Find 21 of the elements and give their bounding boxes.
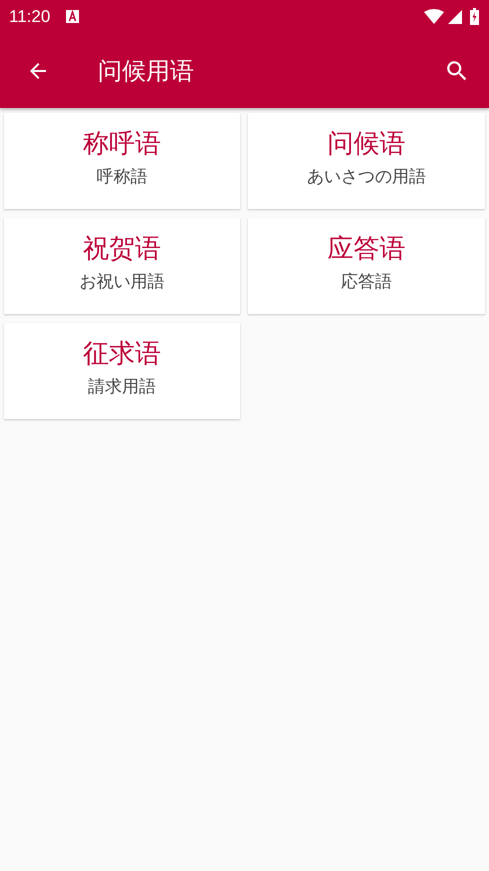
category-title: 称呼语 — [83, 128, 161, 160]
category-subtitle: 請求用語 — [88, 376, 156, 398]
category-card[interactable]: 祝贺语 お祝い用語 — [4, 218, 240, 314]
category-title: 问候语 — [328, 128, 406, 160]
category-title: 征求语 — [83, 338, 161, 370]
category-card[interactable]: 称呼语 呼称語 — [4, 113, 240, 209]
category-card[interactable]: 应答语 応答語 — [248, 218, 485, 314]
category-subtitle: 呼称語 — [96, 166, 148, 188]
category-subtitle: お祝い用語 — [80, 271, 164, 293]
battery-icon — [470, 8, 479, 25]
status-time: 11:20 — [9, 6, 50, 26]
notification-icon — [66, 10, 80, 23]
screen-title: 问候用语 — [98, 56, 194, 86]
category-subtitle: あいさつの用語 — [307, 166, 426, 188]
category-title: 祝贺语 — [83, 233, 161, 265]
wifi-icon — [424, 9, 444, 24]
category-title: 应答语 — [328, 233, 406, 265]
category-subtitle: 応答語 — [341, 271, 392, 293]
category-card[interactable]: 征求语 請求用語 — [4, 323, 240, 419]
signal-icon — [448, 10, 462, 24]
category-card[interactable]: 问候语 あいさつの用語 — [248, 113, 485, 209]
